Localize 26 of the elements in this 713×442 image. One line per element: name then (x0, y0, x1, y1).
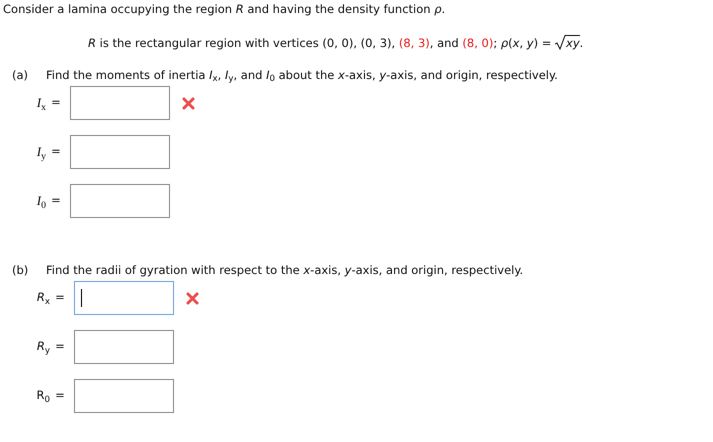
variable-label: R$_{y}$ (36, 338, 50, 356)
question-prompt: Find the moments of inertia I$_{x}$, I$_{y}$, and I$_{0}$ about the x-axis, y-axis, and origin, respectively. (46, 67, 558, 83)
equals-sign: = (50, 143, 62, 160)
square-root-sign-icon (555, 35, 566, 50)
variable-label: I$_{x}$ (36, 94, 46, 113)
variable-label: R$_{0}$ (36, 387, 50, 405)
variable-label: R$_{x}$ (36, 289, 50, 307)
part-marker: (b) (12, 262, 30, 278)
equals-sign: = (54, 387, 66, 404)
equals-sign: = (54, 289, 66, 306)
given-text: R is the rectangular region with vertices (0, 0), (0, 3), (8, 3), and (8, 0); ρ(x, y) = xy. (88, 36, 584, 50)
intro-text: Consider a lamina occupying the region R and having the density function ρ. (3, 2, 446, 16)
answer-field[interactable] (74, 281, 174, 315)
equals-sign: = (50, 192, 62, 210)
answer-field[interactable] (74, 379, 174, 413)
text-cursor-icon (81, 289, 82, 307)
answer-field[interactable] (70, 184, 170, 218)
answer-field[interactable] (70, 86, 170, 120)
variable-label: I$_{y}$ (36, 143, 46, 162)
answer-field[interactable] (70, 135, 170, 169)
question-prompt: Find the radii of gyration with respect to the x-axis, y-axis, and origin, respectively. (46, 262, 524, 278)
equals-sign: = (54, 338, 66, 356)
answer-field[interactable] (74, 330, 174, 364)
equals-sign: = (50, 94, 62, 112)
variable-label: I$_{0}$ (36, 192, 46, 211)
part-marker: (a) (12, 67, 30, 83)
